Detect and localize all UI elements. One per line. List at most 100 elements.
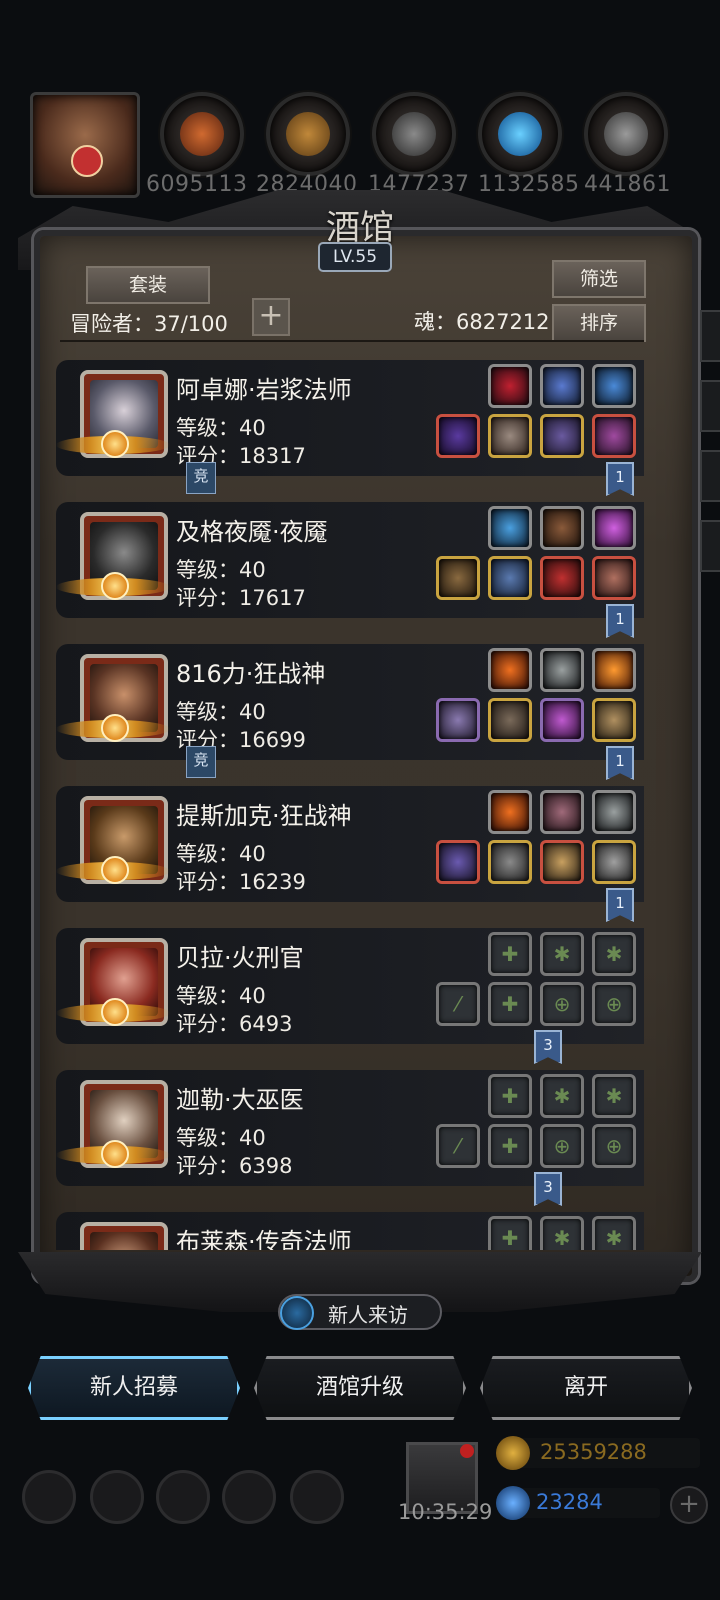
gem-icon[interactable] (592, 414, 636, 458)
clock: 10:35:29 (398, 1500, 493, 1524)
star-count-badge: 3 (534, 1172, 562, 1206)
empty-slot-icon[interactable]: ⊕ (592, 1124, 636, 1168)
necklace-icon[interactable] (540, 414, 584, 458)
empty-slot-icon[interactable]: ⊕ (540, 982, 584, 1026)
armor-icon[interactable] (488, 556, 532, 600)
hero-name: 迦勒·大巫医 (176, 1086, 304, 1114)
hero-level: 等级：40 (176, 1126, 266, 1150)
hero-card[interactable]: 提斯加克·狂战神 等级：40 评分：16239 (56, 786, 644, 902)
hero-level: 等级：40 (176, 558, 266, 582)
sword-icon[interactable] (592, 698, 636, 742)
tavern-upgrade-button[interactable]: 酒馆升级 (254, 1356, 466, 1420)
player-avatar[interactable] (30, 92, 140, 198)
fire-icon[interactable] (488, 648, 532, 692)
blade-icon[interactable] (540, 790, 584, 834)
amulet-icon[interactable] (488, 364, 532, 408)
fire-icon[interactable] (488, 790, 532, 834)
rune-icon[interactable] (540, 648, 584, 692)
stone-resource-icon[interactable] (372, 92, 456, 176)
hero-score: 评分：6398 (176, 1154, 293, 1178)
gem-amount: 23284 (536, 1490, 603, 1514)
empty-slot-icon[interactable]: ✱ (592, 932, 636, 976)
star-count-badge: 3 (534, 1030, 562, 1064)
hero-card[interactable]: 布莱森·传奇法师 ✚ ✱ ✱ (56, 1212, 644, 1250)
empty-slot-icon[interactable]: ✱ (540, 1216, 584, 1250)
lantern-icon[interactable] (540, 364, 584, 408)
empty-slot-icon[interactable]: ✱ (592, 1216, 636, 1250)
gold-amount: 25359288 (540, 1440, 647, 1464)
helmet-icon[interactable] (540, 698, 584, 742)
add-adventurer-button[interactable]: + (252, 298, 290, 336)
empty-slot-icon[interactable]: ✚ (488, 1074, 532, 1118)
wood-resource-icon[interactable] (160, 92, 244, 176)
ring-icon[interactable] (592, 840, 636, 884)
filter-button[interactable]: 筛选 (552, 260, 646, 298)
empty-slot-icon[interactable]: ⁄ (436, 1124, 480, 1168)
club-icon[interactable] (540, 506, 584, 550)
potion-icon[interactable] (592, 364, 636, 408)
empty-slot-icon[interactable]: ✚ (488, 1216, 532, 1250)
empty-slot-icon[interactable]: ⁄ (436, 982, 480, 1026)
empty-slot-icon[interactable]: ✱ (540, 1074, 584, 1118)
hero-card[interactable]: 迦勒·大巫医 等级：40 评分：6398 ✚ ✱ ✱ ⁄ ✚ ⊕ ⊕ (56, 1070, 644, 1186)
hero-card[interactable]: 阿卓娜·岩浆法师 等级：40 评分：18317 (56, 360, 644, 476)
empty-slot-icon[interactable]: ✚ (488, 1124, 532, 1168)
shop-icon[interactable] (290, 1470, 344, 1524)
quest-icon[interactable] (90, 1470, 144, 1524)
tavern-level-badge: LV.55 (318, 242, 392, 272)
star-count-badge: 1 (606, 462, 634, 496)
eye-icon[interactable] (540, 556, 584, 600)
axe-icon[interactable] (436, 698, 480, 742)
star-count-badge: 1 (606, 888, 634, 922)
recruit-button[interactable]: 新人招募 (28, 1356, 240, 1420)
hero-score: 评分：16239 (176, 870, 306, 894)
helmet-icon[interactable] (540, 840, 584, 884)
hero-portrait (80, 1222, 168, 1250)
add-currency-button[interactable]: + (670, 1486, 708, 1524)
side-tab[interactable] (700, 380, 720, 432)
hero-card[interactable]: 贝拉·火刑官 等级：40 评分：6493 ✚ ✱ ✱ ⁄ ✚ ⊕ ⊕ (56, 928, 644, 1044)
orb-icon[interactable] (488, 506, 532, 550)
crystal-icon[interactable] (592, 506, 636, 550)
hero-card[interactable]: 及格夜魇·夜魇 等级：40 评分：17617 (56, 502, 644, 618)
hero-level: 等级：40 (176, 700, 266, 724)
side-tab[interactable] (700, 520, 720, 572)
empty-slot-icon[interactable]: ✱ (540, 932, 584, 976)
spear-icon[interactable] (436, 556, 480, 600)
star-count-badge: 1 (606, 604, 634, 638)
plank-resource-icon[interactable] (266, 92, 350, 176)
leave-button[interactable]: 离开 (480, 1356, 692, 1420)
medal-icon[interactable] (592, 556, 636, 600)
hero-level: 等级：40 (176, 842, 266, 866)
empty-slot-icon[interactable]: ⊕ (540, 1124, 584, 1168)
empty-slot-icon[interactable]: ⊕ (592, 982, 636, 1026)
empty-slot-icon[interactable]: ✚ (488, 932, 532, 976)
empty-slot-icon[interactable]: ✚ (488, 982, 532, 1026)
mail-icon[interactable] (222, 1470, 276, 1524)
hero-list[interactable]: 阿卓娜·岩浆法师 等级：40 评分：18317 竞 1 及格夜魇·夜魇 等级：4… (56, 350, 648, 1250)
rank-emblem-icon (56, 714, 170, 742)
hero-card[interactable]: 816力·狂战神 等级：40 评分：16699 (56, 644, 644, 760)
fireball-icon[interactable] (592, 648, 636, 692)
guild-icon[interactable] (156, 1470, 210, 1524)
sort-button[interactable]: 排序 (552, 304, 646, 342)
staff-icon[interactable] (436, 414, 480, 458)
empty-slot-icon[interactable]: ✱ (592, 1074, 636, 1118)
rune-icon[interactable] (592, 790, 636, 834)
chest-armor-icon[interactable] (488, 698, 532, 742)
hero-name: 提斯加克·狂战神 (176, 802, 352, 830)
robe-icon[interactable] (488, 414, 532, 458)
side-tab[interactable] (700, 450, 720, 502)
chest-armor-icon[interactable] (488, 840, 532, 884)
mace-icon[interactable] (436, 840, 480, 884)
crystal-resource-icon[interactable] (478, 92, 562, 176)
hero-name: 贝拉·火刑官 (176, 944, 304, 972)
new-visitor-button[interactable]: 新人来访 (278, 1294, 442, 1330)
star-count-badge: 1 (606, 746, 634, 780)
gold-icon (496, 1436, 530, 1470)
hero-level: 等级：40 (176, 984, 266, 1008)
side-tab[interactable] (700, 310, 720, 362)
set-button[interactable]: 套装 (86, 266, 210, 304)
iron-resource-icon[interactable] (584, 92, 668, 176)
settings-icon[interactable] (22, 1470, 76, 1524)
